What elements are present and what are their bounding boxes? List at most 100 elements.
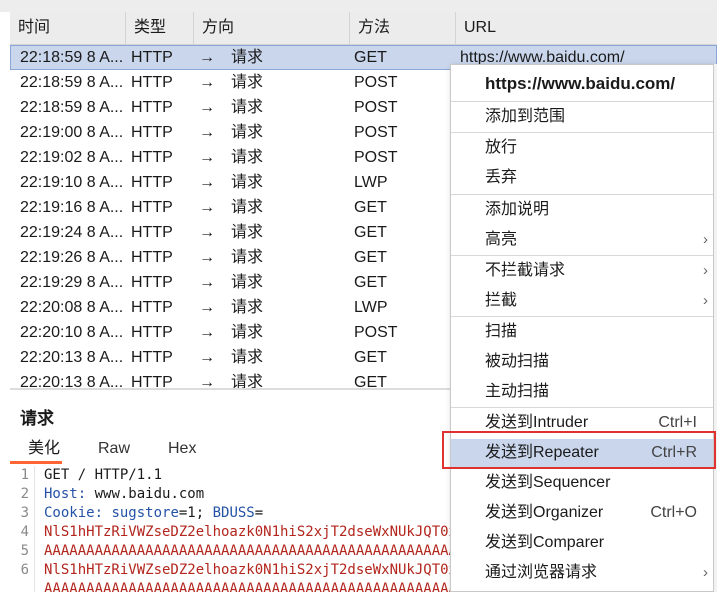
type-cell: HTTP [131,74,173,91]
menu-item-label: 扫描 [485,323,518,340]
menu-item-label: 添加到范围 [485,108,566,125]
tab-raw[interactable]: Raw [98,434,130,464]
header-value: www.baidu.com [86,486,205,502]
type-cell: HTTP [131,224,173,241]
menu-item-add-to-scope[interactable]: 添加到范围 [451,103,713,131]
type-cell: HTTP [131,99,173,116]
menu-item-label: 高亮 [485,231,518,248]
time-cell: 22:20:13 8 A... [20,374,124,390]
column-header-url[interactable]: URL [456,12,717,44]
menu-item-intercept[interactable]: 拦截 › [451,287,713,315]
column-header-type[interactable]: 类型 [126,12,194,44]
time-cell: 22:20:08 8 A... [20,299,124,316]
menu-item-passive-scan[interactable]: 被动扫描 [451,348,713,376]
type-cell: HTTP [131,124,173,141]
menu-item-label: 被动扫描 [485,353,550,370]
time-cell: 22:19:00 8 A... [20,124,124,141]
direction-cell: 请求 [231,124,264,141]
method-cell: POST [354,149,398,166]
chevron-right-icon: › [703,564,708,581]
direction-cell: 请求 [231,249,264,266]
line-number: 6 [20,562,29,578]
column-header-time[interactable]: 时间 [10,12,126,44]
line-number: 1 [20,467,29,483]
arrow-right-icon: → [199,324,215,341]
menu-item-send-to-sequencer[interactable]: 发送到Sequencer [451,469,713,497]
cookie-equals: = [254,505,264,521]
chevron-right-icon: › [703,262,708,279]
arrow-right-icon: → [199,374,215,390]
method-cell: GET [354,249,387,266]
header-name: Cookie: [44,505,104,521]
arrow-right-icon: → [199,49,215,66]
type-cell: HTTP [131,49,173,66]
menu-item-active-scan[interactable]: 主动扫描 [451,378,713,406]
time-cell: 22:18:59 8 A... [20,74,124,91]
direction-cell: 请求 [231,99,264,116]
tab-hex[interactable]: Hex [168,434,196,464]
menu-item-label: 发送到Organizer [485,504,604,521]
time-cell: 22:19:26 8 A... [20,249,124,266]
active-tab-indicator [10,461,62,464]
arrow-right-icon: → [199,274,215,291]
menu-item-label: 拦截 [485,292,518,309]
line-number: 5 [20,543,29,559]
type-cell: HTTP [131,324,173,341]
method-cell: POST [354,124,398,141]
cookie-value: =1; [178,505,213,521]
arrow-right-icon: → [199,99,215,116]
line-number: 3 [20,505,29,521]
direction-cell: 请求 [231,199,264,216]
type-cell: HTTP [131,349,173,366]
menu-item-request-in-browser[interactable]: 通过浏览器请求 › [451,559,713,587]
column-header-direction[interactable]: 方向 [194,12,350,44]
arrow-right-icon: → [199,199,215,216]
direction-cell: 请求 [231,374,264,390]
time-cell: 22:19:10 8 A... [20,174,124,191]
menu-separator [451,407,713,408]
type-cell: HTTP [131,199,173,216]
header-name: Host: [44,486,87,502]
menu-item-forward[interactable]: 放行 [451,134,713,162]
menu-item-label: 添加说明 [485,201,550,218]
method-cell: POST [354,99,398,116]
line-number: 4 [20,524,29,540]
menu-item-add-comment[interactable]: 添加说明 [451,196,713,224]
shortcut-label: Ctrl+O [650,504,697,521]
type-cell: HTTP [131,174,173,191]
menu-separator [451,132,713,133]
menu-url-header: https://www.baidu.com/ [451,70,713,98]
direction-cell: 请求 [231,274,264,291]
annotation-highlight-box [442,431,716,469]
line-number-gutter: 1 2 3 4 5 6 [10,466,35,592]
cookie-name: sugstore [103,505,179,521]
menu-item-scan[interactable]: 扫描 [451,318,713,346]
method-cell: GET [354,49,387,66]
menu-item-send-to-comparer[interactable]: 发送到Comparer [451,529,713,557]
arrow-right-icon: → [199,249,215,266]
column-header-method[interactable]: 方法 [350,12,456,44]
arrow-right-icon: → [199,224,215,241]
arrow-right-icon: → [199,124,215,141]
chevron-right-icon: › [703,231,708,248]
menu-item-label: 丢弃 [485,169,518,186]
type-cell: HTTP [131,274,173,291]
direction-cell: 请求 [231,299,264,316]
direction-cell: 请求 [231,149,264,166]
time-cell: 22:19:24 8 A... [20,224,124,241]
direction-cell: 请求 [231,324,264,341]
menu-item-highlight[interactable]: 高亮 › [451,226,713,254]
type-cell: HTTP [131,249,173,266]
direction-cell: 请求 [231,49,264,66]
menu-separator [451,101,713,102]
tab-pretty[interactable]: 美化 [28,434,60,464]
menu-item-drop[interactable]: 丢弃 [451,164,713,192]
menu-item-label: 主动扫描 [485,383,550,400]
time-cell: 22:18:59 8 A... [20,49,124,66]
method-cell: GET [354,274,387,291]
menu-item-label: 不拦截请求 [485,262,566,279]
arrow-right-icon: → [199,149,215,166]
menu-item-send-to-organizer[interactable]: 发送到Organizer Ctrl+O [451,499,713,527]
method-cell: GET [354,349,387,366]
menu-item-dont-intercept[interactable]: 不拦截请求 › [451,257,713,285]
